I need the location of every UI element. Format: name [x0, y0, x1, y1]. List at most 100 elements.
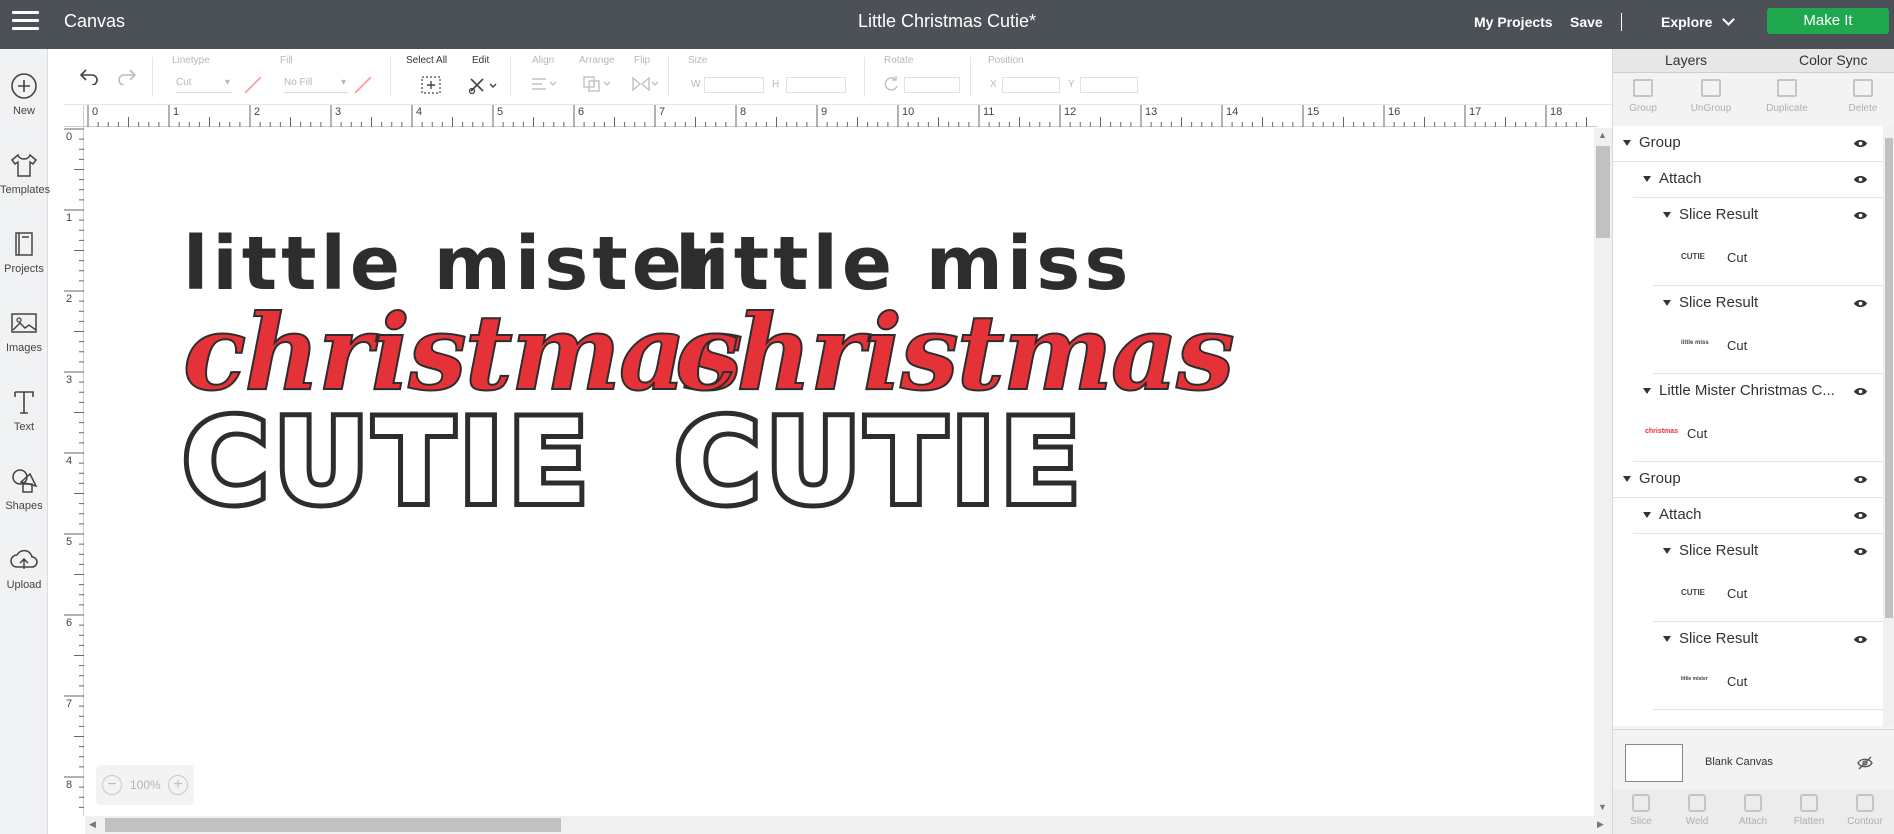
- make-it-button[interactable]: Make It: [1767, 8, 1889, 34]
- design-line-little-mister: little mister: [183, 221, 727, 307]
- layers-scroll-thumb[interactable]: [1885, 138, 1893, 618]
- horizontal-scroll-thumb[interactable]: [105, 818, 561, 832]
- caret-down-icon[interactable]: [1623, 476, 1631, 482]
- undo-icon[interactable]: [78, 67, 100, 85]
- fill-color-swatch[interactable]: [354, 76, 372, 94]
- zoom-out-button[interactable]: −: [102, 775, 122, 795]
- layer-row-slice-result[interactable]: Slice Result: [1653, 286, 1883, 322]
- layer-row-slice-result[interactable]: Slice Result: [1653, 198, 1883, 234]
- sidebar-item-text[interactable]: Text: [0, 379, 48, 451]
- contour-button[interactable]: Contour: [1837, 794, 1893, 827]
- layer-row-attach[interactable]: Attach: [1633, 498, 1883, 534]
- align-icon[interactable]: [530, 75, 558, 93]
- design-canvas[interactable]: little mister christmas CUTIE little mis…: [85, 128, 1594, 816]
- ruler-number: 4: [416, 106, 423, 118]
- ungroup-label: UnGroup: [1690, 103, 1732, 114]
- eye-icon[interactable]: [1853, 633, 1868, 646]
- caret-down-icon[interactable]: [1663, 548, 1671, 554]
- caret-down-icon[interactable]: [1643, 512, 1651, 518]
- eye-icon[interactable]: [1853, 509, 1868, 522]
- zoom-in-button[interactable]: +: [168, 775, 188, 795]
- caret-down-icon[interactable]: [1623, 140, 1631, 146]
- hamburger-menu-icon[interactable]: [12, 11, 39, 31]
- layer-row-cut[interactable]: CUTIE Cut: [1653, 570, 1883, 622]
- layers-scrollbar[interactable]: [1883, 126, 1894, 726]
- sidebar-item-images[interactable]: Images: [0, 300, 48, 372]
- layer-row-group[interactable]: Group: [1613, 462, 1883, 498]
- eye-icon[interactable]: [1853, 385, 1868, 398]
- sidebar-label: Upload: [6, 579, 42, 591]
- x-position-input[interactable]: [1002, 77, 1060, 93]
- sidebar-item-new[interactable]: New: [0, 63, 48, 135]
- duplicate-button[interactable]: Duplicate: [1757, 79, 1817, 114]
- caret-down-icon[interactable]: [1663, 636, 1671, 642]
- redo-icon[interactable]: [116, 67, 138, 85]
- sidebar-label: Templates: [0, 184, 51, 196]
- sidebar-item-projects[interactable]: Projects: [0, 221, 48, 293]
- tab-color-sync[interactable]: Color Sync: [1799, 52, 1867, 68]
- layer-label: Attach: [1659, 170, 1702, 187]
- linetype-select[interactable]: Cut ▾: [176, 77, 232, 93]
- design-little-mister[interactable]: little mister christmas CUTIE: [178, 221, 744, 530]
- slice-button[interactable]: Slice: [1613, 794, 1669, 827]
- eye-icon[interactable]: [1853, 137, 1868, 150]
- eye-icon[interactable]: [1853, 173, 1868, 186]
- caret-down-icon[interactable]: [1663, 212, 1671, 218]
- canvas-vertical-scrollbar[interactable]: ▲ ▼: [1594, 128, 1612, 816]
- layer-row-cut[interactable]: CUTIE Cut: [1653, 234, 1883, 286]
- height-input[interactable]: [786, 77, 846, 93]
- attach-button[interactable]: Attach: [1725, 794, 1781, 827]
- eye-icon[interactable]: [1853, 209, 1868, 222]
- arrange-icon[interactable]: [582, 75, 612, 93]
- delete-button[interactable]: Delete: [1833, 79, 1893, 114]
- fill-label: Fill: [280, 55, 293, 66]
- my-projects-link[interactable]: My Projects: [1474, 14, 1553, 30]
- linetype-color-swatch[interactable]: [244, 76, 262, 94]
- layer-row-slice-result[interactable]: Slice Result: [1653, 622, 1883, 658]
- layer-label: Slice Result: [1679, 294, 1759, 311]
- tab-layers[interactable]: Layers: [1665, 52, 1707, 68]
- weld-button[interactable]: Weld: [1669, 794, 1725, 827]
- caret-down-icon[interactable]: [1663, 300, 1671, 306]
- scroll-up-icon[interactable]: ▲: [1598, 130, 1607, 140]
- sidebar-item-shapes[interactable]: Shapes: [0, 458, 48, 530]
- ruler-number: 9: [821, 106, 828, 118]
- layer-row-cut[interactable]: little miss Cut: [1653, 322, 1883, 374]
- layer-row-slice-result[interactable]: Slice Result: [1653, 534, 1883, 570]
- width-input[interactable]: [704, 77, 764, 93]
- design-line-cutie: CUTIE: [178, 395, 594, 530]
- y-position-input[interactable]: [1080, 77, 1138, 93]
- blank-canvas-swatch[interactable]: [1625, 744, 1683, 782]
- toolbar-divider: [864, 57, 865, 97]
- scroll-down-icon[interactable]: ▼: [1598, 802, 1607, 812]
- canvas-horizontal-scrollbar[interactable]: ◀ ▶: [85, 816, 1612, 834]
- vertical-scroll-thumb[interactable]: [1596, 146, 1610, 238]
- ruler-number: 14: [1226, 106, 1239, 118]
- layer-row-little-mister[interactable]: Little Mister Christmas C...: [1633, 374, 1883, 410]
- eye-icon[interactable]: [1853, 297, 1868, 310]
- flatten-button[interactable]: Flatten: [1781, 794, 1837, 827]
- sidebar-item-upload[interactable]: Upload: [0, 537, 48, 609]
- eye-icon[interactable]: [1853, 545, 1868, 558]
- sidebar-item-templates[interactable]: Templates: [0, 142, 51, 214]
- caret-down-icon[interactable]: [1643, 176, 1651, 182]
- eye-icon[interactable]: [1853, 473, 1868, 486]
- select-all-icon[interactable]: [420, 75, 442, 95]
- explore-dropdown[interactable]: Explore: [1661, 13, 1736, 30]
- layer-row-cut[interactable]: christmas Cut: [1633, 410, 1883, 462]
- rotate-input[interactable]: [904, 77, 960, 93]
- edit-scissors-icon[interactable]: [468, 75, 498, 95]
- eye-hidden-icon[interactable]: [1857, 756, 1873, 770]
- caret-down-icon[interactable]: [1643, 388, 1651, 394]
- layer-row-group[interactable]: Group: [1613, 126, 1883, 162]
- scroll-left-icon[interactable]: ◀: [89, 819, 96, 830]
- ungroup-button[interactable]: UnGroup: [1681, 79, 1741, 114]
- flip-icon[interactable]: [630, 75, 660, 93]
- save-link[interactable]: Save: [1570, 14, 1603, 30]
- design-little-miss[interactable]: little miss christmas CUTIE: [670, 227, 1236, 526]
- layer-row-attach[interactable]: Attach: [1633, 162, 1883, 198]
- scroll-right-icon[interactable]: ▶: [1597, 819, 1604, 830]
- group-button[interactable]: Group: [1613, 79, 1673, 114]
- layer-row-cut[interactable]: little mister Cut: [1653, 658, 1883, 710]
- fill-select[interactable]: No Fill ▾: [284, 77, 348, 93]
